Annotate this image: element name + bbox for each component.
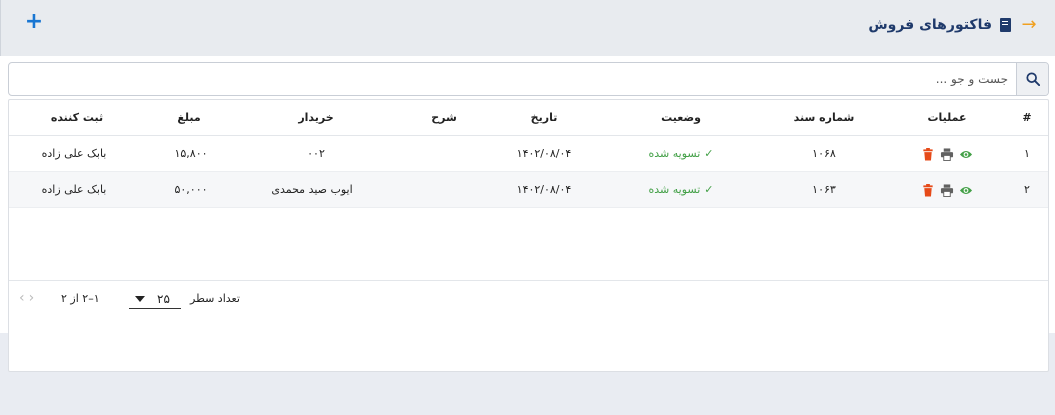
column-header-status[interactable]: وضعیت: [661, 100, 701, 136]
page-title: فاکتورهای فروش: [868, 17, 992, 33]
pager-controls: ‹ ›: [19, 290, 34, 306]
rows-per-page-label: تعداد سطر: [190, 292, 240, 305]
column-header-registrar[interactable]: ثبت کننده: [51, 100, 103, 136]
row-registrar: بابک علی زاده: [41, 183, 107, 196]
check-icon: ✓: [704, 183, 714, 196]
row-amount: ۵۰,۰۰۰: [174, 183, 208, 196]
plus-icon[interactable]: +: [23, 11, 45, 34]
row-amount: ۱۵,۸۰۰: [174, 147, 208, 160]
print-icon[interactable]: [940, 147, 954, 161]
eye-icon[interactable]: [959, 184, 973, 197]
status-label: تسویه شده: [648, 147, 701, 160]
row-status: ✓تسویه شده: [649, 136, 714, 172]
chevron-left-icon[interactable]: ‹: [19, 290, 25, 306]
row-status: ✓تسویه شده: [649, 172, 714, 208]
check-icon: ✓: [704, 147, 714, 160]
title-area: → فاکتورهای فروش: [868, 14, 1039, 36]
delete-icon[interactable]: [922, 183, 935, 197]
column-header-date[interactable]: تاریخ: [531, 100, 558, 136]
content-panel: # عملیات شماره سند وضعیت تاریخ شرح خریدا…: [0, 56, 1055, 372]
search-button[interactable]: [1016, 63, 1048, 95]
column-header-description[interactable]: شرح: [431, 100, 457, 136]
page-header: + → فاکتورهای فروش: [0, 0, 1055, 56]
arrow-right-icon[interactable]: →: [1019, 16, 1039, 34]
row-doc-number: ۱۰۶۸: [812, 147, 836, 160]
row-index: ۱: [1024, 147, 1030, 160]
caret-down-icon: [135, 296, 145, 302]
eye-icon[interactable]: [959, 148, 973, 161]
column-header-doc-number[interactable]: شماره سند: [794, 100, 855, 136]
row-date: ۱۴۰۲/۰۸/۰۴: [516, 183, 572, 196]
invoice-table: # عملیات شماره سند وضعیت تاریخ شرح خریدا…: [8, 99, 1049, 372]
delete-icon[interactable]: [922, 147, 935, 161]
book-icon: [1000, 18, 1011, 32]
column-header-index[interactable]: #: [1022, 100, 1031, 136]
search-bar: [8, 62, 1049, 96]
table-header: # عملیات شماره سند وضعیت تاریخ شرح خریدا…: [9, 100, 1048, 136]
column-header-buyer[interactable]: خریدار: [298, 100, 333, 136]
search-icon: [1025, 72, 1040, 86]
column-header-operations: عملیات: [927, 111, 967, 124]
table-row[interactable]: ۲ ۱۰۶۳ ✓تسویه شده ۱۴۰۲/۰۸/۰۴ ایوب صید مح…: [9, 172, 1048, 208]
row-date: ۱۴۰۲/۰۸/۰۴: [516, 147, 572, 160]
rows-per-page-select[interactable]: ۲۵: [129, 289, 181, 309]
row-index: ۲: [1024, 183, 1030, 196]
pagination-range: ۱–۲ از ۲: [61, 292, 100, 305]
rows-per-page-value: ۲۵: [157, 292, 170, 306]
row-doc-number: ۱۰۶۳: [812, 183, 836, 196]
chevron-right-icon[interactable]: ›: [29, 290, 35, 306]
row-operations: [922, 136, 973, 172]
row-registrar: بابک علی زاده: [41, 147, 107, 160]
table-row[interactable]: ۱ ۱۰۶۸ ✓تسویه شده ۱۴۰۲/۰۸/۰۴ ۰۰۲ ۱۵,۸۰۰ …: [9, 136, 1048, 172]
row-buyer: ۰۰۲: [307, 147, 325, 160]
row-buyer: ایوب صید محمدی: [271, 183, 353, 196]
print-icon[interactable]: [940, 183, 954, 197]
row-operations: [922, 172, 973, 208]
column-header-amount[interactable]: مبلغ: [177, 100, 200, 136]
search-input[interactable]: [48, 63, 1008, 95]
status-label: تسویه شده: [648, 183, 701, 196]
table-pagination: تعداد سطر ۲۵ ۱–۲ از ۲ ‹ ›: [9, 280, 1048, 317]
